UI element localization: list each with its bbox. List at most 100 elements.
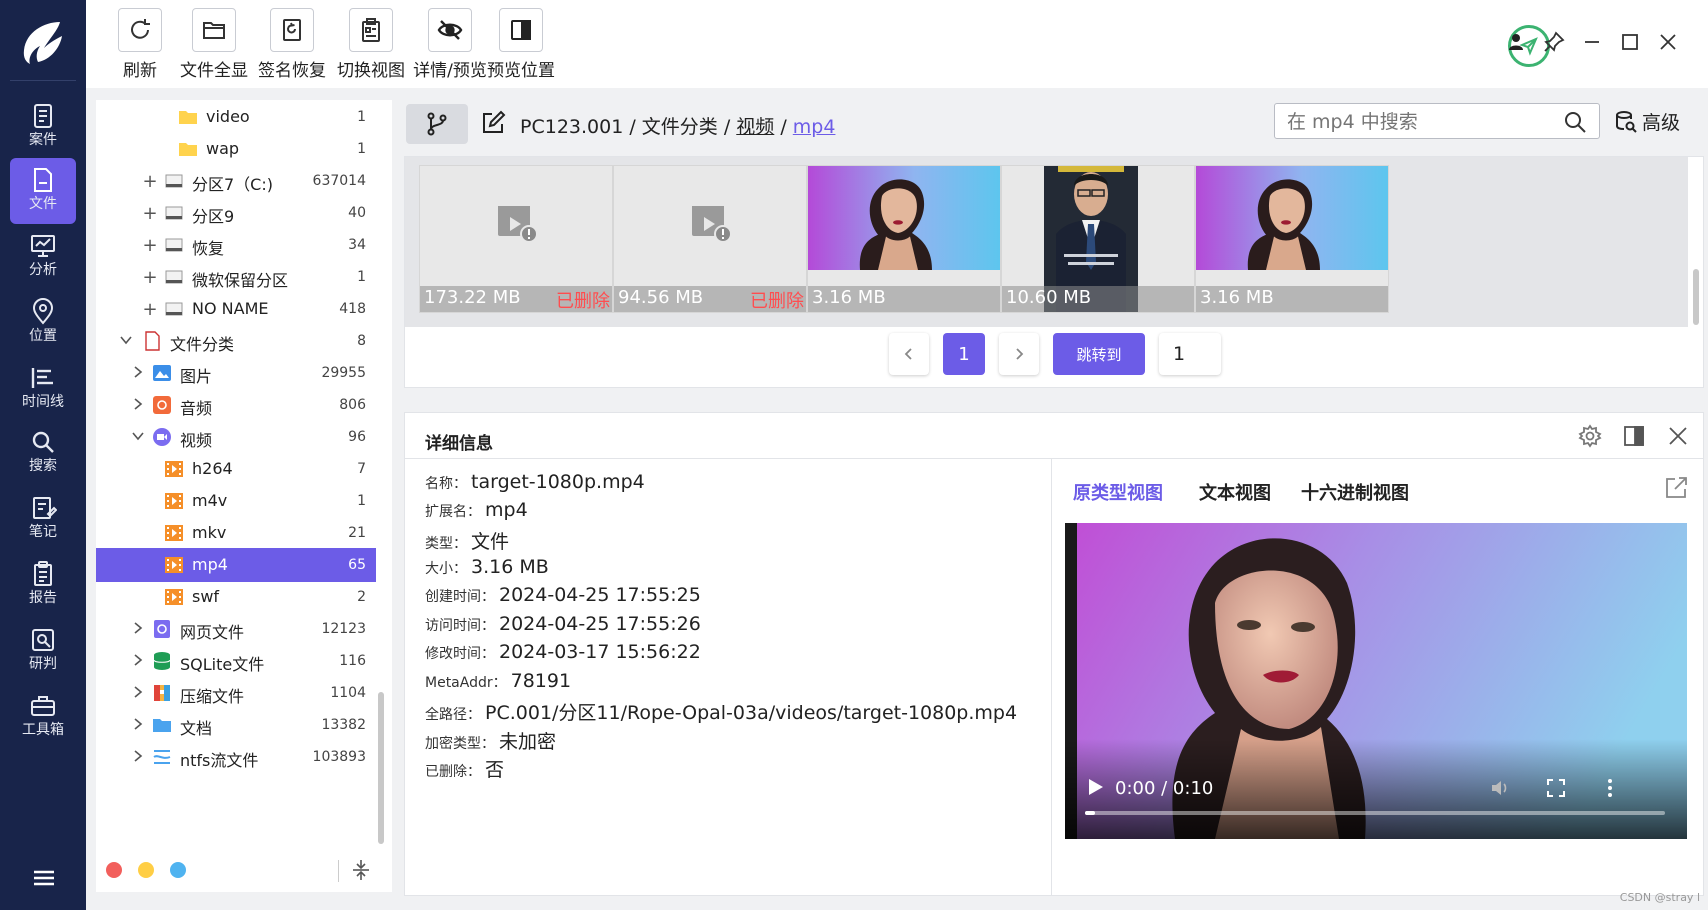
tree-item-m4v[interactable]: m4v 1: [96, 484, 376, 518]
tree-item-ntfs[interactable]: ntfs流文件 103893: [96, 740, 376, 774]
breadcrumb-level2[interactable]: 视频: [736, 116, 774, 138]
tree-item[interactable]: + 微软保留分区 1: [96, 260, 376, 294]
tree-item[interactable]: 图片 29955: [96, 356, 376, 390]
nav-item-analysis[interactable]: 分析: [10, 224, 76, 290]
chevron-right-icon[interactable]: [130, 715, 146, 735]
chevron-right-icon[interactable]: [130, 747, 146, 767]
thumbnail-scrollbar[interactable]: [1693, 269, 1699, 325]
tree-item[interactable]: 网页文件 12123: [96, 612, 376, 646]
nav-item-judge[interactable]: 研判: [10, 618, 76, 684]
chevron-right-icon[interactable]: [130, 619, 146, 639]
thumbnail-item[interactable]: 3.16 MB: [1195, 165, 1389, 313]
tree-item-7-c[interactable]: + 分区7（C:) 637014: [96, 164, 376, 198]
thumbnail-item[interactable]: 173.22 MB 已删除: [419, 165, 613, 313]
chevron-down-icon[interactable]: [118, 331, 134, 351]
search-icon[interactable]: [1563, 110, 1587, 134]
minimize-button[interactable]: [1580, 30, 1604, 54]
breadcrumb-root[interactable]: PC123.001: [520, 116, 623, 138]
next-page-button[interactable]: [999, 333, 1039, 375]
breadcrumb-current[interactable]: mp4: [793, 116, 836, 138]
red-dot[interactable]: [106, 862, 122, 878]
expand-plus-icon[interactable]: +: [142, 267, 158, 288]
tree-item[interactable]: + 恢复 34: [96, 228, 376, 262]
thumbnail-item[interactable]: 3.16 MB: [807, 165, 1001, 313]
tree-item-wap[interactable]: wap 1: [96, 132, 376, 166]
video-player[interactable]: 0:00 / 0:10: [1065, 523, 1687, 839]
tab-text-view[interactable]: 文本视图: [1199, 479, 1271, 505]
tree-item[interactable]: 文件分类 8: [96, 324, 376, 358]
tree-item-h264[interactable]: h264 7: [96, 452, 376, 486]
nav-item-toolbox[interactable]: 工具箱: [10, 684, 76, 750]
nav-item-location[interactable]: 位置: [10, 290, 76, 356]
branch-button[interactable]: [406, 104, 468, 144]
page-number-input[interactable]: 1: [1159, 333, 1221, 375]
volume-icon[interactable]: [1489, 777, 1511, 799]
expand-plus-icon[interactable]: +: [142, 171, 158, 192]
thumbnail-item[interactable]: 10.60 MB: [1001, 165, 1195, 313]
prev-page-button[interactable]: [889, 333, 929, 375]
tree-item[interactable]: 文档 13382: [96, 708, 376, 742]
more-options-icon[interactable]: [1599, 777, 1621, 799]
tree-scrollbar[interactable]: [378, 692, 384, 844]
nav-item-report[interactable]: 报告: [10, 552, 76, 618]
close-button[interactable]: [1656, 30, 1680, 54]
settings-gear-icon[interactable]: [1577, 423, 1603, 449]
tree-item-label: mp4: [192, 555, 228, 574]
chevron-right-icon[interactable]: [130, 683, 146, 703]
collapse-all-icon[interactable]: [350, 858, 372, 882]
nav-item-search[interactable]: 搜索: [10, 420, 76, 486]
chevron-right-icon[interactable]: [130, 363, 146, 383]
expand-plus-icon[interactable]: +: [142, 299, 158, 320]
user-button[interactable]: [1504, 30, 1528, 54]
popout-icon[interactable]: [1663, 475, 1689, 501]
nav-item-file[interactable]: 文件: [10, 158, 76, 224]
jump-to-button[interactable]: 跳转到: [1053, 333, 1145, 375]
advanced-search-button[interactable]: 高级: [1614, 108, 1680, 135]
maximize-button[interactable]: [1618, 30, 1642, 54]
prop-key: 加密类型：: [425, 736, 495, 752]
page-button-current[interactable]: 1: [943, 333, 985, 375]
thumbnail-bar: 173.22 MB 已删除: [420, 286, 612, 312]
thumbnail-item[interactable]: 94.56 MB 已删除: [613, 165, 807, 313]
blue-dot[interactable]: [170, 862, 186, 878]
tree-item-swf[interactable]: swf 2: [96, 580, 376, 614]
tree-item-mkv[interactable]: mkv 21: [96, 516, 376, 550]
fullscreen-icon[interactable]: [1545, 777, 1567, 799]
chevron-right-icon[interactable]: [130, 395, 146, 415]
tab-hex-view[interactable]: 十六进制视图: [1301, 479, 1409, 505]
hamburger-menu-icon[interactable]: [32, 868, 56, 888]
show-all-button[interactable]: 文件全显: [178, 8, 250, 81]
preview-position-button[interactable]: 预览位置: [486, 8, 556, 81]
tree-item-no-name[interactable]: + NO NAME 418: [96, 292, 376, 326]
sign-restore-button[interactable]: 签名恢复: [256, 8, 328, 81]
breadcrumb-level1[interactable]: 文件分类: [642, 116, 718, 138]
tree-item-mp4[interactable]: mp4 65: [96, 548, 376, 582]
tree-item-sqlite[interactable]: SQLite文件 116: [96, 644, 376, 678]
yellow-dot[interactable]: [138, 862, 154, 878]
tree-item[interactable]: 压缩文件 1104: [96, 676, 376, 710]
search-input[interactable]: [1287, 110, 1547, 134]
web-icon: [152, 619, 172, 639]
play-icon[interactable]: [1085, 777, 1105, 797]
chevron-right-icon[interactable]: [130, 651, 146, 671]
nav-item-timeline[interactable]: 时间线: [10, 356, 76, 422]
tab-native-view[interactable]: 原类型视图: [1073, 479, 1163, 505]
tree-item-9[interactable]: + 分区9 40: [96, 196, 376, 230]
nav-item-case[interactable]: 案件: [10, 94, 76, 160]
edit-icon[interactable]: [480, 110, 506, 136]
refresh-button[interactable]: 刷新: [110, 8, 170, 81]
deleted-badge: 已删除: [556, 291, 610, 312]
switch-view-button[interactable]: 切换视图: [334, 8, 408, 81]
detail-preview-button[interactable]: 详情/预览: [410, 8, 490, 81]
tree-item[interactable]: 音频 806: [96, 388, 376, 422]
pin-button[interactable]: [1542, 30, 1566, 54]
close-panel-icon[interactable]: [1665, 423, 1691, 449]
expand-plus-icon[interactable]: +: [142, 203, 158, 224]
expand-plus-icon[interactable]: +: [142, 235, 158, 256]
tree-item[interactable]: 视频 96: [96, 420, 376, 454]
tree-item-video[interactable]: video 1: [96, 100, 376, 134]
video-progress-bar[interactable]: [1085, 811, 1665, 815]
nav-item-note[interactable]: 笔记: [10, 486, 76, 552]
chevron-down-icon[interactable]: [130, 427, 146, 447]
layout-panel-icon[interactable]: [1621, 423, 1647, 449]
